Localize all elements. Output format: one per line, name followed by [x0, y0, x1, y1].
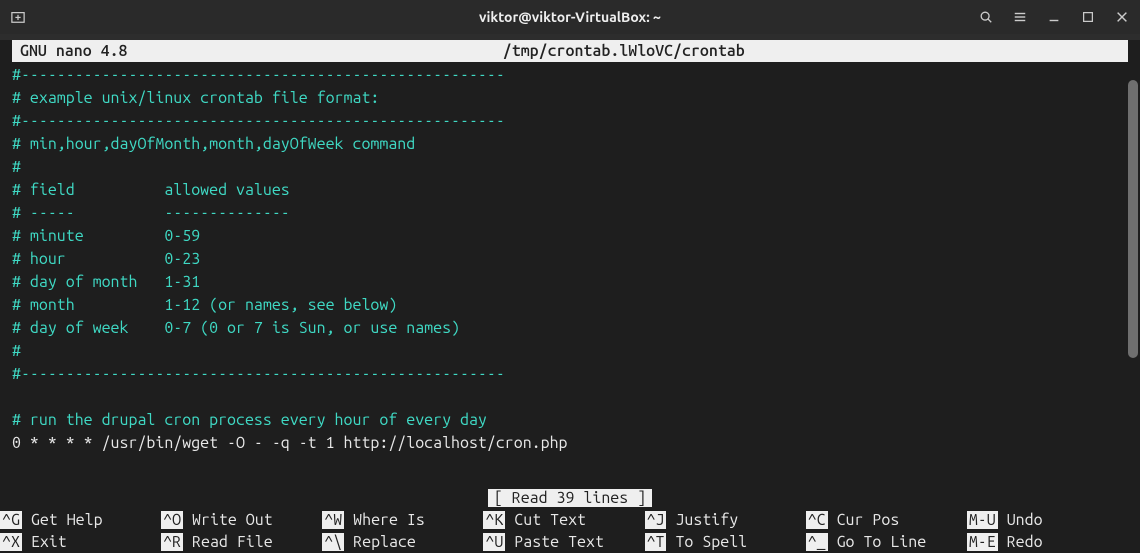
scrollbar-thumb[interactable]	[1128, 80, 1138, 358]
shortcut-key: ^G	[0, 511, 22, 529]
editor-line: # example unix/linux crontab file format…	[12, 87, 1128, 110]
editor-line: # minute 0-59	[12, 225, 1128, 248]
shortcut-key: ^T	[645, 533, 667, 551]
shortcut-label: Cut Text	[505, 511, 586, 529]
nano-shortcuts: ^G Get Help^O Write Out^W Where Is^K Cut…	[0, 509, 1128, 553]
editor-line: # min,hour,dayOfMonth,month,dayOfWeek co…	[12, 133, 1128, 156]
shortcut-item[interactable]: ^O Write Out	[161, 509, 322, 531]
editor-line: #	[12, 156, 1128, 179]
nano-status-text: [ Read 39 lines ]	[488, 489, 652, 507]
shortcut-label: Paste Text	[505, 533, 604, 551]
shortcut-key: M-U	[967, 511, 998, 529]
minimize-icon[interactable]	[1046, 9, 1062, 25]
shortcut-label: Get Help	[22, 511, 103, 529]
shortcut-key: ^_	[806, 533, 828, 551]
editor-line: # field allowed values	[12, 179, 1128, 202]
shortcut-key: ^U	[483, 533, 505, 551]
close-icon[interactable]	[1114, 9, 1130, 25]
shortcut-key: ^W	[322, 511, 344, 529]
nano-app-name: GNU nano 4.8	[20, 40, 128, 62]
editor-line: # month 1-12 (or names, see below)	[12, 294, 1128, 317]
window-titlebar: viktor@viktor-VirtualBox: ~	[0, 0, 1140, 34]
shortcut-label: Cur Pos	[828, 511, 900, 529]
shortcut-label: Redo	[998, 533, 1043, 551]
shortcut-label: Replace	[344, 533, 416, 551]
editor-line: # hour 0-23	[12, 248, 1128, 271]
shortcut-label: Exit	[22, 533, 67, 551]
terminal-area[interactable]: GNU nano 4.8 /tmp/crontab.lWloVC/crontab…	[0, 40, 1140, 553]
editor-line: #---------------------------------------…	[12, 110, 1128, 133]
shortcut-item[interactable]: ^G Get Help	[0, 509, 161, 531]
editor-line: #	[12, 340, 1128, 363]
editor-line: # ----- --------------	[12, 202, 1128, 225]
editor-line: # run the drupal cron process every hour…	[12, 409, 1128, 432]
shortcut-item[interactable]: ^K Cut Text	[483, 509, 644, 531]
shortcut-item[interactable]: ^R Read File	[161, 531, 322, 553]
shortcut-label: To Spell	[666, 533, 747, 551]
new-tab-icon[interactable]	[10, 9, 26, 25]
shortcut-label: Go To Line	[828, 533, 927, 551]
editor-content[interactable]: #---------------------------------------…	[0, 62, 1140, 455]
editor-line: # day of month 1-31	[12, 271, 1128, 294]
shortcut-item[interactable]: ^T To Spell	[645, 531, 806, 553]
shortcut-key: ^R	[161, 533, 183, 551]
hamburger-menu-icon[interactable]	[1012, 9, 1028, 25]
shortcut-item[interactable]: ^W Where Is	[322, 509, 483, 531]
nano-status-line: [ Read 39 lines ]	[0, 489, 1140, 507]
shortcut-item[interactable]: ^C Cur Pos	[806, 509, 967, 531]
shortcut-label: Write Out	[183, 511, 273, 529]
shortcut-item[interactable]: ^U Paste Text	[483, 531, 644, 553]
shortcut-item[interactable]: ^\ Replace	[322, 531, 483, 553]
nano-file-path: /tmp/crontab.lWloVC/crontab	[128, 40, 1120, 62]
shortcut-key: ^K	[483, 511, 505, 529]
nano-title-bar: GNU nano 4.8 /tmp/crontab.lWloVC/crontab	[12, 40, 1128, 62]
shortcut-label: Undo	[998, 511, 1043, 529]
editor-line: 0 * * * * /usr/bin/wget -O - -q -t 1 htt…	[12, 432, 1128, 455]
shortcut-item[interactable]: ^J Justify	[645, 509, 806, 531]
search-icon[interactable]	[978, 9, 994, 25]
shortcut-item[interactable]: ^X Exit	[0, 531, 161, 553]
shortcut-label: Where Is	[344, 511, 425, 529]
shortcut-item[interactable]: ^_ Go To Line	[806, 531, 967, 553]
editor-line	[12, 386, 1128, 409]
editor-line: #---------------------------------------…	[12, 363, 1128, 386]
shortcut-key: ^C	[806, 511, 828, 529]
shortcut-key: ^\	[322, 533, 344, 551]
shortcut-label: Justify	[666, 511, 738, 529]
editor-line: # day of week 0-7 (0 or 7 is Sun, or use…	[12, 317, 1128, 340]
editor-line: #---------------------------------------…	[12, 64, 1128, 87]
shortcut-key: ^X	[0, 533, 22, 551]
shortcut-item[interactable]: M-U Undo	[967, 509, 1128, 531]
shortcut-item[interactable]: M-E Redo	[967, 531, 1128, 553]
shortcut-label: Read File	[183, 533, 273, 551]
maximize-icon[interactable]	[1080, 9, 1096, 25]
shortcut-key: ^O	[161, 511, 183, 529]
window-title: viktor@viktor-VirtualBox: ~	[479, 9, 661, 25]
shortcut-key: ^J	[645, 511, 667, 529]
shortcut-key: M-E	[967, 533, 998, 551]
scrollbar[interactable]	[1128, 80, 1138, 543]
shortcut-row: ^G Get Help^O Write Out^W Where Is^K Cut…	[0, 509, 1128, 531]
shortcut-row: ^X Exit^R Read File^\ Replace^U Paste Te…	[0, 531, 1128, 553]
